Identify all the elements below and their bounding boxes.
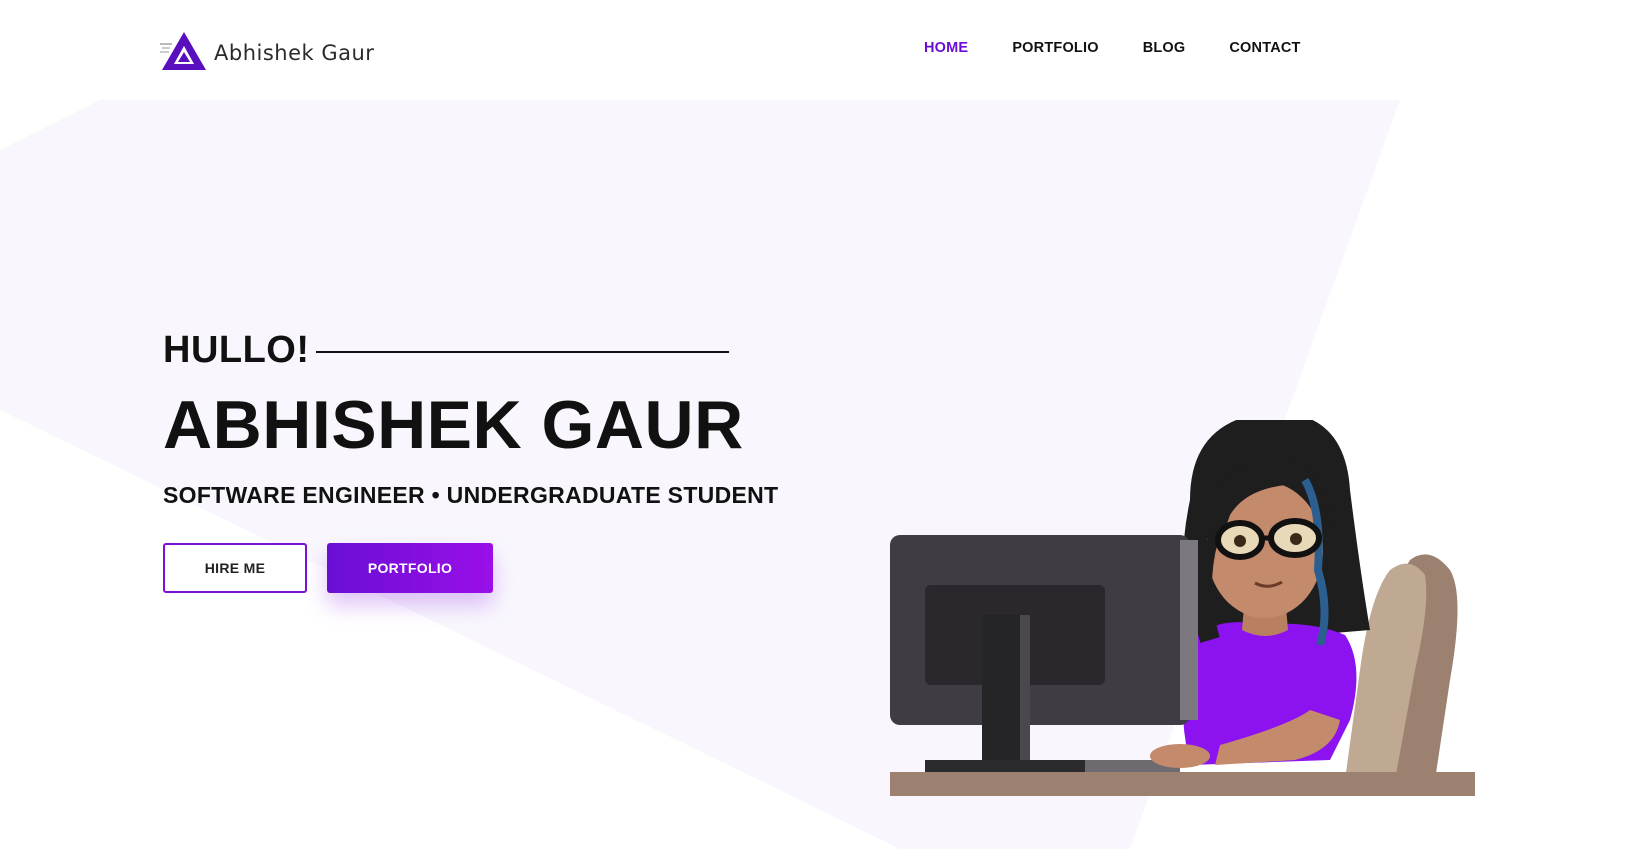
developer-at-computer-illustration xyxy=(890,420,1475,796)
hire-me-button[interactable]: HIRE ME xyxy=(163,543,307,593)
nav-blog[interactable]: BLOG xyxy=(1143,40,1186,56)
greeting-row: HULLO! xyxy=(163,328,923,372)
portfolio-button[interactable]: PORTFOLIO xyxy=(327,543,493,593)
hero-buttons: HIRE ME PORTFOLIO xyxy=(163,543,923,593)
nav-portfolio[interactable]: PORTFOLIO xyxy=(1012,40,1098,56)
brand-name: Abhishek Gaur xyxy=(214,41,375,65)
triangle-logo-icon xyxy=(160,32,206,70)
main-nav: HOME PORTFOLIO BLOG CONTACT xyxy=(924,40,1345,56)
hero-subtitle: SOFTWARE ENGINEER • UNDERGRADUATE STUDEN… xyxy=(163,482,779,508)
nav-home[interactable]: HOME xyxy=(924,40,968,56)
brand-logo[interactable]: Abhishek Gaur xyxy=(160,30,374,72)
hero-section: HULLO! ABHISHEK GAUR SOFTWARE ENGINEER •… xyxy=(163,328,923,593)
hero-name: ABHISHEK GAUR xyxy=(163,387,744,463)
site-header: Abhishek Gaur HOME PORTFOLIO BLOG CONTAC… xyxy=(0,0,1625,100)
nav-contact[interactable]: CONTACT xyxy=(1229,40,1300,56)
greeting-text: HULLO! xyxy=(163,329,310,371)
greeting-divider xyxy=(315,351,729,353)
